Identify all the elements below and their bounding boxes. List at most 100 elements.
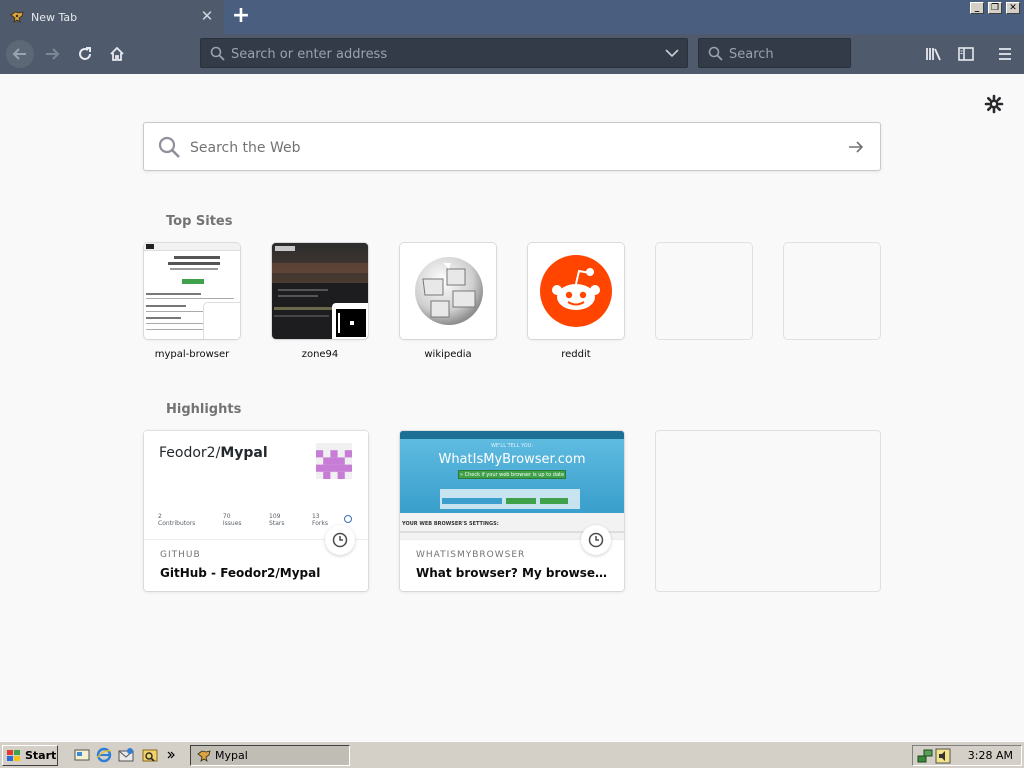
menu-button[interactable] [991,40,1019,68]
outlook-express-icon[interactable] [118,747,134,763]
close-icon: ✕ [1009,3,1017,13]
mypal-favicon-icon [10,11,24,23]
show-desktop-icon[interactable] [74,747,90,763]
library-button[interactable] [920,40,948,68]
home-icon [110,46,124,61]
github-octocat-icon [344,515,352,523]
stat-value: 2 [158,513,162,520]
windows-logo-icon [7,749,20,761]
minimize-icon: _ [974,3,980,13]
highlights-heading: Highlights [166,402,242,417]
address-bar[interactable] [200,38,688,68]
card-preview: Feodor2/Mypal 2 Contributors 70 Issues 109… [144,431,368,539]
volume-icon[interactable] [935,748,951,764]
stat-value: 13 [311,513,320,520]
chevron-down-icon[interactable] [665,48,679,58]
site-thumbnail [528,243,624,339]
stat-stars: 109 Stars [269,513,284,527]
home-button[interactable] [103,40,131,68]
highlight-card[interactable]: Feodor2/Mypal 2 Contributors 70 Issues 109… [144,431,368,591]
history-clock-icon [325,525,355,555]
sidebar-button[interactable] [952,40,980,68]
stat-label: Contributors [158,520,196,527]
reload-button[interactable] [71,40,99,68]
search-input[interactable] [729,45,839,63]
card-source: WHATISMYBROWSER [416,550,526,560]
repo-stats: 2 Contributors 70 Issues 109 Stars 13 Forks [158,513,328,527]
taskbar-item-mypal[interactable]: Mypal [190,745,350,766]
preview-check-button: » Check if your web browser is up to dat… [458,470,566,479]
site-label: reddit [561,349,591,360]
stat-value: 109 [269,513,281,520]
empty-site-slot [656,243,752,339]
site-thumbnail [272,243,368,339]
top-sites-heading: Top Sites [166,214,233,229]
repo-owner: Feodor2/ [159,445,221,461]
maximize-button[interactable]: ❐ [988,2,1002,14]
chevron-right-icon[interactable] [166,747,176,763]
restore-icon: ❐ [990,3,1000,13]
highlight-card[interactable]: WE'LL TELL YOU: WhatIsMyBrowser.com » Ch… [400,431,624,591]
windows-taskbar: Start Mypal 3:28 AM [0,741,1024,768]
top-site-tile[interactable]: zone94 [272,243,368,360]
back-arrow-icon [12,48,26,60]
gear-icon [984,94,1004,114]
top-site-tile[interactable]: wikipedia [400,243,496,360]
identicon-icon [316,443,352,479]
site-label: zone94 [301,349,339,360]
search-bar[interactable] [698,38,851,68]
top-site-tile[interactable]: reddit [528,243,624,360]
start-button[interactable]: Start [2,745,58,766]
forward-arrow-icon [46,48,60,60]
site-thumbnail [400,243,496,339]
new-tab-button[interactable]: + [229,5,253,29]
sidebar-icon [958,47,974,61]
empty-highlight-slot [656,431,880,591]
card-preview: WE'LL TELL YOU: WhatIsMyBrowser.com » Ch… [400,431,624,539]
reload-icon [79,47,91,60]
back-button[interactable] [6,40,34,68]
new-tab-page: Top Sites mypal-browser [0,74,1024,741]
card-source: GITHUB [160,550,201,560]
card-title: What browser? My browser? Is... [416,566,608,580]
network-icon[interactable] [917,748,933,764]
tab-new-tab[interactable]: New Tab ✕ [0,0,224,34]
close-window-button[interactable]: ✕ [1006,2,1020,14]
taskbar-item-label: Mypal [215,749,248,762]
stat-forks: 13 Forks [312,513,328,527]
card-title: GitHub - Feodor2/Mypal [160,566,321,580]
reddit-logo-icon [540,255,612,327]
windows-explorer-icon[interactable] [142,747,158,763]
search-icon [158,136,180,158]
preview-section: YOUR WEB BROWSER'S SETTINGS: [402,521,499,527]
address-input[interactable] [231,45,651,63]
library-icon [926,48,941,61]
stat-contributors: 2 Contributors [158,513,195,527]
internet-explorer-icon[interactable] [96,747,112,763]
empty-site-slot [784,243,880,339]
web-search-box[interactable] [143,122,881,171]
stat-label: Stars [269,520,285,527]
top-site-tile[interactable]: mypal-browser [144,243,240,360]
history-clock-icon [581,525,611,555]
settings-button[interactable] [984,94,1004,114]
wikipedia-globe-icon [415,257,483,325]
tab-strip: New Tab ✕ + _ ❐ ✕ [0,0,1024,34]
web-search-input[interactable] [190,137,810,159]
start-label: Start [25,749,57,762]
stat-label: Forks [311,520,328,527]
arrow-right-icon[interactable] [848,140,864,154]
stat-label: Issues [222,520,242,527]
forward-button[interactable] [38,40,66,68]
preview-brand: WhatIsMyBrowser.com [438,452,586,467]
close-tab-icon[interactable]: ✕ [200,9,214,24]
clock[interactable]: 3:28 AM [968,749,1013,762]
minimize-button[interactable]: _ [970,2,984,14]
stat-value: 70 [222,513,231,520]
site-thumbnail [144,243,240,339]
preview-tagline: WE'LL TELL YOU: [490,443,534,449]
search-icon [708,46,723,61]
system-tray: 3:28 AM [912,745,1022,766]
navigation-toolbar [0,34,1024,74]
repo-name: Mypal [220,445,268,461]
